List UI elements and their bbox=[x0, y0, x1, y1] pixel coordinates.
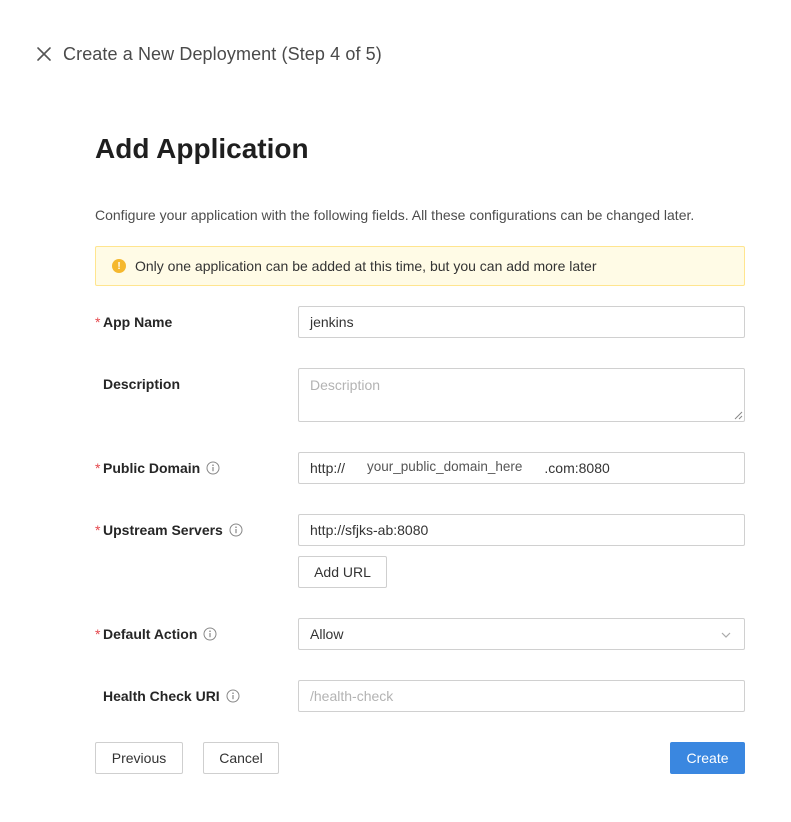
health-check-input[interactable]: /health-check bbox=[298, 680, 745, 712]
domain-suffix: .com:8080 bbox=[544, 460, 610, 476]
description-label: Description bbox=[95, 376, 180, 392]
domain-placeholder: your_public_domain_here bbox=[367, 458, 523, 474]
default-action-row: * Default Action Allow bbox=[95, 618, 745, 650]
page-description: Configure your application with the foll… bbox=[95, 207, 695, 223]
upstream-server-input[interactable]: http://sfjks-ab:8080 bbox=[298, 514, 745, 546]
public-domain-label-text: Public Domain bbox=[103, 460, 201, 476]
header-bar: Create a New Deployment (Step 4 of 5) bbox=[34, 40, 382, 68]
required-marker: * bbox=[95, 626, 101, 642]
chevron-down-icon bbox=[721, 632, 731, 638]
app-name-label: * App Name bbox=[95, 314, 172, 330]
health-check-row: Health Check URI /health-check bbox=[95, 680, 745, 712]
default-action-value: Allow bbox=[310, 626, 344, 642]
public-domain-input[interactable]: http:// your_public_domain_here .com:808… bbox=[298, 452, 745, 484]
page-title: Add Application bbox=[95, 133, 309, 164]
description-label-text: Description bbox=[103, 376, 181, 392]
description-row: Description Description bbox=[95, 368, 745, 422]
close-icon[interactable] bbox=[34, 44, 54, 64]
app-name-label-text: App Name bbox=[103, 314, 173, 330]
public-domain-label: * Public Domain bbox=[95, 460, 220, 476]
default-action-select[interactable]: Allow bbox=[298, 618, 745, 650]
domain-prefix: http:// bbox=[310, 460, 346, 476]
description-placeholder: Description bbox=[310, 377, 381, 393]
required-marker: * bbox=[95, 314, 101, 330]
info-icon[interactable] bbox=[229, 523, 243, 537]
public-domain-row: * Public Domain http:// your_public_doma… bbox=[95, 452, 745, 484]
default-action-label-text: Default Action bbox=[103, 626, 198, 642]
upstream-servers-label: * Upstream Servers bbox=[95, 522, 243, 538]
resize-grip-icon[interactable] bbox=[734, 411, 743, 420]
add-url-button[interactable]: Add URL bbox=[298, 556, 387, 588]
warning-icon: ! bbox=[112, 259, 126, 273]
create-button[interactable]: Create bbox=[670, 742, 745, 774]
info-icon[interactable] bbox=[203, 627, 217, 641]
wizard-title: Create a New Deployment (Step 4 of 5) bbox=[63, 43, 382, 64]
info-icon[interactable] bbox=[226, 689, 240, 703]
required-marker: * bbox=[95, 460, 101, 476]
upstream-servers-row: * Upstream Servers http://sfjks-ab:8080 … bbox=[95, 514, 745, 588]
previous-button[interactable]: Previous bbox=[95, 742, 183, 774]
upstream-servers-label-text: Upstream Servers bbox=[103, 522, 223, 538]
info-alert: ! Only one application can be added at t… bbox=[95, 246, 745, 286]
default-action-label: * Default Action bbox=[95, 626, 217, 642]
description-textarea[interactable]: Description bbox=[298, 368, 745, 422]
health-check-label: Health Check URI bbox=[95, 688, 240, 704]
app-name-input[interactable]: jenkins bbox=[298, 306, 745, 338]
required-marker: * bbox=[95, 522, 101, 538]
alert-text: Only one application can be added at thi… bbox=[135, 258, 597, 274]
app-name-row: * App Name jenkins bbox=[95, 306, 745, 338]
info-icon[interactable] bbox=[206, 461, 220, 475]
cancel-button[interactable]: Cancel bbox=[203, 742, 279, 774]
health-check-label-text: Health Check URI bbox=[103, 688, 220, 704]
